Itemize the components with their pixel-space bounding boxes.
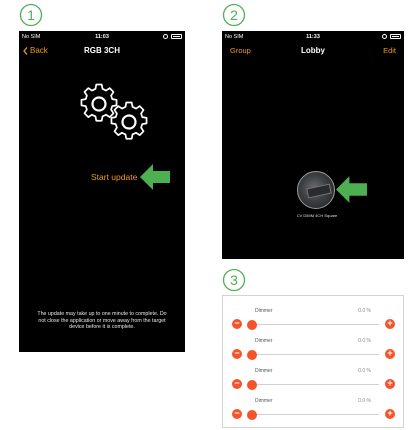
dimmer-row: Dimmer 0.0 % − + bbox=[223, 308, 403, 338]
page-title: Lobby bbox=[301, 46, 325, 55]
battery-icon bbox=[390, 34, 401, 39]
slider-thumb[interactable] bbox=[247, 379, 257, 390]
dimmer-value: 0.0 % bbox=[358, 368, 371, 374]
battery-icon bbox=[171, 34, 182, 39]
decrease-button[interactable]: − bbox=[232, 319, 242, 329]
dimmer-label: Dimmer bbox=[255, 398, 273, 404]
nav-bar: Group Lobby Edit bbox=[222, 43, 404, 59]
decrease-button[interactable]: − bbox=[232, 379, 242, 389]
dimmer-slider[interactable] bbox=[247, 379, 379, 390]
dimmer-value: 0.0 % bbox=[358, 338, 371, 344]
dimmer-label: Dimmer bbox=[255, 308, 273, 314]
dimmer-slider[interactable] bbox=[247, 319, 379, 330]
dimmer-screen: Dimmer 0.0 % − + Dimmer 0.0 % − + Dimmer… bbox=[222, 295, 404, 428]
gears-icon bbox=[73, 82, 153, 144]
page-title: RGB 3CH bbox=[83, 46, 120, 55]
decrease-button[interactable]: − bbox=[232, 349, 242, 359]
arrow-left-icon bbox=[336, 176, 367, 203]
alarm-icon bbox=[163, 34, 168, 39]
device-name: CV DIMM 4CH Square bbox=[296, 213, 338, 218]
clock: 11:33 bbox=[306, 34, 320, 40]
dimmer-slider[interactable] bbox=[247, 349, 379, 360]
status-bar: No SIM 11:33 bbox=[222, 33, 404, 42]
increase-button[interactable]: + bbox=[385, 409, 395, 419]
start-update-button[interactable]: Start update bbox=[91, 172, 137, 182]
device-tile[interactable] bbox=[297, 171, 335, 209]
svg-text:2: 2 bbox=[230, 7, 238, 23]
step-number-2: 2 bbox=[222, 3, 246, 27]
update-note: The update may take up to one minute to … bbox=[37, 311, 167, 331]
alarm-icon bbox=[382, 34, 387, 39]
dimmer-value: 0.0 % bbox=[358, 308, 371, 314]
dimmer-row: Dimmer 0.0 % − + bbox=[223, 368, 403, 398]
dimmer-label: Dimmer bbox=[255, 338, 273, 344]
increase-button[interactable]: + bbox=[385, 379, 395, 389]
step-number-1: 1 bbox=[19, 3, 43, 27]
slider-thumb[interactable] bbox=[247, 319, 257, 330]
dimmer-row: Dimmer 0.0 % − + bbox=[223, 398, 403, 427]
edit-button[interactable]: Edit bbox=[383, 46, 396, 55]
status-bar: No SIM 11:03 bbox=[19, 33, 185, 42]
increase-button[interactable]: + bbox=[385, 349, 395, 359]
clock: 11:03 bbox=[95, 34, 109, 40]
update-screen: No SIM 11:03 Back RGB 3CH Start update T… bbox=[19, 31, 185, 352]
slider-thumb[interactable] bbox=[247, 349, 257, 360]
arrow-left-icon bbox=[140, 164, 170, 190]
decrease-button[interactable]: − bbox=[232, 409, 242, 419]
lobby-screen: No SIM 11:33 Group Lobby Edit CV DIMM 4C… bbox=[222, 31, 404, 259]
dimmer-label: Dimmer bbox=[255, 368, 273, 374]
dimmer-row: Dimmer 0.0 % − + bbox=[223, 338, 403, 368]
slider-thumb[interactable] bbox=[247, 409, 257, 420]
dimmer-value: 0.0 % bbox=[358, 398, 371, 404]
svg-text:3: 3 bbox=[230, 272, 238, 288]
dimmer-slider[interactable] bbox=[247, 409, 379, 420]
increase-button[interactable]: + bbox=[385, 319, 395, 329]
svg-text:1: 1 bbox=[27, 7, 35, 23]
nav-bar: Back RGB 3CH bbox=[19, 43, 185, 59]
step-number-3: 3 bbox=[222, 268, 246, 292]
